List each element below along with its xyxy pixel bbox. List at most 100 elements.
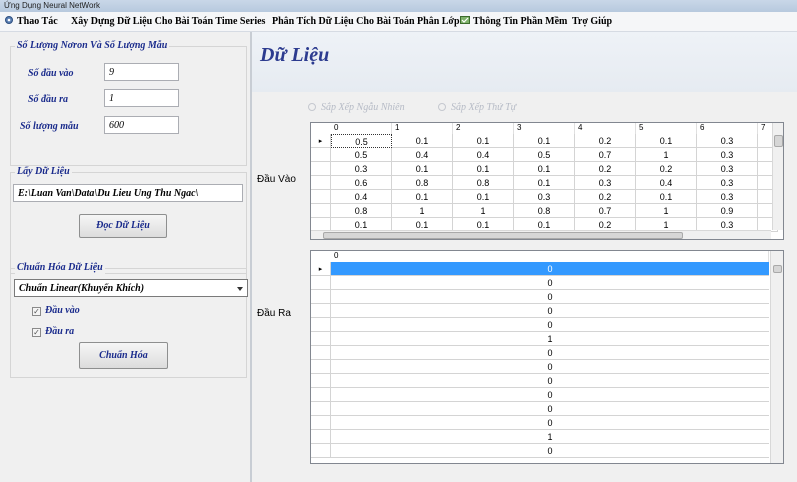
input-cell[interactable]: 0.3 xyxy=(697,190,758,204)
input-row-header[interactable] xyxy=(311,176,331,190)
input-horizontal-scroll-thumb[interactable] xyxy=(323,232,683,239)
input-cell[interactable]: 0.7 xyxy=(575,148,636,162)
output-row-header[interactable] xyxy=(311,360,331,374)
input-col-header[interactable]: 2 xyxy=(453,123,514,134)
input-col-header[interactable]: 3 xyxy=(514,123,575,134)
read-data-button[interactable]: Đọc Dữ Liệu xyxy=(79,214,167,238)
input-cell[interactable]: 0.2 xyxy=(575,134,636,148)
input-cell[interactable]: 0.1 xyxy=(514,134,575,148)
input-row-header[interactable]: ▸ xyxy=(311,134,331,148)
input-cell[interactable]: 0.8 xyxy=(514,204,575,218)
output-row-header[interactable] xyxy=(311,388,331,402)
input-cell[interactable]: 0.1 xyxy=(514,176,575,190)
input-cell[interactable]: 0.3 xyxy=(697,148,758,162)
menu-thao-tac[interactable]: Thao Tác xyxy=(4,15,58,29)
menu-software-info[interactable]: Thông Tin Phần Mềm xyxy=(460,15,567,29)
input-cell[interactable]: 0.1 xyxy=(392,162,453,176)
data-path-field[interactable]: E:\Luan Van\Data\Du Lieu Ung Thu Ngac\ xyxy=(13,184,243,202)
input-row-header[interactable] xyxy=(311,190,331,204)
output-cell[interactable]: 0 xyxy=(331,388,769,402)
input-cell[interactable]: 0.3 xyxy=(697,162,758,176)
output-row-header[interactable] xyxy=(311,332,331,346)
input-cell[interactable]: 1 xyxy=(453,204,514,218)
output-cell[interactable]: 0 xyxy=(331,262,769,276)
input-col-header[interactable]: 6 xyxy=(697,123,758,134)
output-cell[interactable]: 1 xyxy=(331,430,769,444)
input-cell[interactable]: 0.1 xyxy=(392,190,453,204)
input-cell[interactable]: 0.4 xyxy=(392,148,453,162)
input-cell[interactable]: 0.1 xyxy=(514,162,575,176)
output-row-header[interactable]: ▸ xyxy=(311,262,331,276)
output-row-header[interactable] xyxy=(311,402,331,416)
input-cell[interactable]: 0.6 xyxy=(331,176,392,190)
input-cell[interactable]: 0.8 xyxy=(331,204,392,218)
normalize-method-select[interactable]: Chuẩn Linear(Khuyến Khích) xyxy=(14,279,248,297)
inputs-count-field[interactable]: 9 xyxy=(104,63,179,81)
samples-count-field[interactable]: 600 xyxy=(104,116,179,134)
normalize-button[interactable]: Chuẩn Hóa xyxy=(79,342,168,369)
output-row-header[interactable] xyxy=(311,444,331,458)
input-cell[interactable]: 0.4 xyxy=(453,148,514,162)
output-row-header[interactable] xyxy=(311,318,331,332)
output-cell[interactable]: 0 xyxy=(331,374,769,388)
input-col-header[interactable]: 4 xyxy=(575,123,636,134)
input-cell[interactable]: 0.5 xyxy=(331,148,392,162)
input-row-header[interactable] xyxy=(311,162,331,176)
output-cell[interactable]: 0 xyxy=(331,318,769,332)
input-cell[interactable]: 0.2 xyxy=(636,162,697,176)
input-cell[interactable]: 1 xyxy=(392,204,453,218)
output-row-header[interactable] xyxy=(311,290,331,304)
input-cell[interactable]: 0.2 xyxy=(575,162,636,176)
input-cell[interactable]: 0.5 xyxy=(514,148,575,162)
output-row-header[interactable] xyxy=(311,416,331,430)
output-cell[interactable]: 0 xyxy=(331,402,769,416)
input-col-header[interactable]: 1 xyxy=(392,123,453,134)
input-cell[interactable]: 0.1 xyxy=(392,134,453,148)
input-normalize-checkbox[interactable]: ✓ xyxy=(32,307,41,316)
input-col-header[interactable]: 5 xyxy=(636,123,697,134)
input-cell[interactable]: 1 xyxy=(636,148,697,162)
input-cell[interactable]: 0.8 xyxy=(392,176,453,190)
radio-order[interactable]: Sắp Xếp Thứ Tự xyxy=(438,102,516,113)
input-cell[interactable]: 0.5 xyxy=(331,134,392,148)
output-row-header[interactable] xyxy=(311,276,331,290)
input-data-grid[interactable]: 0 1 2 3 4 5 6 7 ▸ 0.5 0.1 0.1 0.1 0.2 0.1 0.3 0.5 0.4 0.4 0… xyxy=(310,122,784,240)
input-cell[interactable]: 0.4 xyxy=(636,176,697,190)
output-vertical-scroll-thumb[interactable] xyxy=(773,265,782,273)
input-vertical-scrollbar[interactable] xyxy=(772,123,783,230)
output-col-header[interactable]: 0 xyxy=(331,251,769,262)
input-cell[interactable]: 0.3 xyxy=(331,162,392,176)
input-cell[interactable]: 0.4 xyxy=(331,190,392,204)
output-normalize-checkbox[interactable]: ✓ xyxy=(32,328,41,337)
output-cell[interactable]: 0 xyxy=(331,304,769,318)
input-cell[interactable]: 0.9 xyxy=(697,204,758,218)
output-row-header[interactable] xyxy=(311,304,331,318)
output-cell[interactable]: 0 xyxy=(331,360,769,374)
input-cell[interactable]: 0.1 xyxy=(453,134,514,148)
output-cell[interactable]: 0 xyxy=(331,290,769,304)
output-cell[interactable]: 0 xyxy=(331,346,769,360)
outputs-count-field[interactable]: 1 xyxy=(104,89,179,107)
input-cell[interactable]: 0.1 xyxy=(453,190,514,204)
input-cell[interactable]: 0.1 xyxy=(453,162,514,176)
radio-random[interactable]: Sắp Xếp Ngẫu Nhiên xyxy=(308,102,405,113)
input-cell[interactable]: 0.8 xyxy=(453,176,514,190)
input-cell[interactable]: 0.1 xyxy=(636,190,697,204)
output-cell[interactable]: 0 xyxy=(331,444,769,458)
input-row-header[interactable] xyxy=(311,204,331,218)
output-cell[interactable]: 1 xyxy=(331,332,769,346)
input-cell[interactable]: 0.7 xyxy=(575,204,636,218)
input-cell[interactable]: 0.1 xyxy=(636,134,697,148)
output-data-grid[interactable]: 0 ▸ 0 0 0 0 0 1 0 0 0 0 0 0 1 0 xyxy=(310,250,784,464)
output-row-header[interactable] xyxy=(311,430,331,444)
input-cell[interactable]: 0.3 xyxy=(697,134,758,148)
menu-time-series[interactable]: Xây Dựng Dữ Liệu Cho Bài Toán Time Serie… xyxy=(71,15,265,29)
output-row-header[interactable] xyxy=(311,346,331,360)
input-col-header[interactable]: 0 xyxy=(331,123,392,134)
input-horizontal-scrollbar[interactable] xyxy=(311,230,771,239)
input-vertical-scroll-thumb[interactable] xyxy=(774,135,783,147)
output-row-header[interactable] xyxy=(311,374,331,388)
menu-help[interactable]: Trợ Giúp xyxy=(572,15,612,29)
input-cell[interactable]: 0.3 xyxy=(575,176,636,190)
input-row-header[interactable] xyxy=(311,148,331,162)
